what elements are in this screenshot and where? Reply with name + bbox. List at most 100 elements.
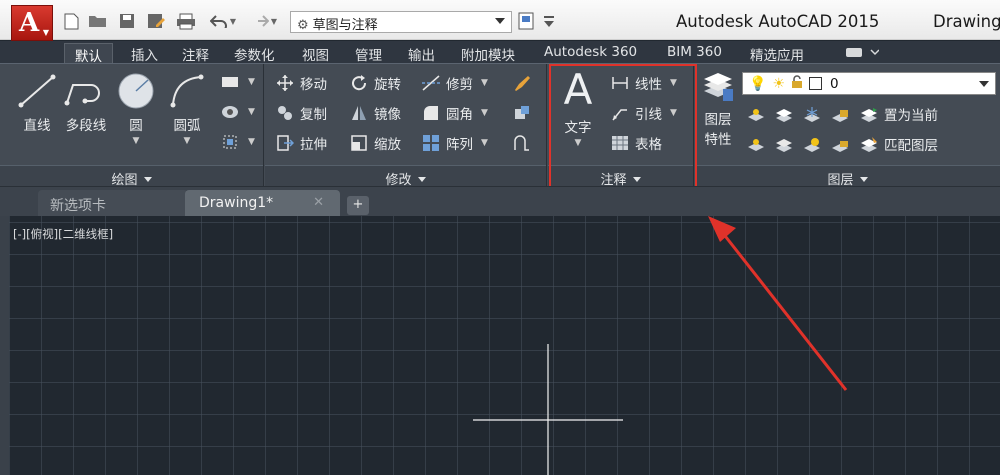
tab-parametric[interactable]: 参数化 bbox=[234, 43, 275, 64]
chevron-down-icon: ▼ bbox=[481, 108, 488, 118]
layer-on-icon[interactable] bbox=[745, 134, 767, 154]
viewport-left-edge bbox=[0, 216, 9, 475]
tab-featured-apps[interactable]: 精选应用 bbox=[750, 43, 804, 64]
array-button[interactable]: 阵列 ▼ bbox=[421, 131, 488, 155]
tab-annotate[interactable]: 注释 bbox=[182, 43, 209, 64]
redo-button[interactable]: ▼ bbox=[246, 10, 282, 32]
ribbon-display-toggle[interactable] bbox=[845, 44, 880, 64]
layer-thaw-icon[interactable] bbox=[801, 134, 823, 154]
chevron-down-icon[interactable]: ▼ bbox=[248, 137, 255, 147]
match-layer-icon bbox=[859, 134, 879, 154]
workspace-select[interactable]: ⚙ 草图与注释 bbox=[290, 11, 512, 33]
layer-unisolate-icon[interactable] bbox=[773, 134, 795, 154]
hatch-icon[interactable] bbox=[219, 102, 241, 122]
tab-addins[interactable]: 附加模块 bbox=[461, 43, 515, 64]
tab-default[interactable]: 默认 bbox=[64, 43, 113, 65]
tab-insert[interactable]: 插入 bbox=[131, 43, 158, 64]
tab-bim-360[interactable]: BIM 360 bbox=[667, 43, 722, 63]
drawing-title: Drawing bbox=[933, 12, 1000, 31]
customize-quick-access-icon[interactable] bbox=[540, 10, 558, 32]
tab-autodesk-360[interactable]: Autodesk 360 bbox=[544, 43, 637, 63]
layers-panel: 图层 特性 💡 ☀ 0 置为当前 匹配图层 图层 bbox=[695, 64, 1000, 188]
tab-output[interactable]: 输出 bbox=[408, 43, 435, 64]
layer-select[interactable]: 💡 ☀ 0 bbox=[742, 72, 996, 95]
dropdown-arrow-icon bbox=[495, 18, 505, 24]
draw-panel-title[interactable]: 绘图 bbox=[0, 165, 263, 188]
unlock-icon bbox=[791, 74, 803, 93]
fillet-button[interactable]: 圆角 ▼ bbox=[421, 101, 488, 125]
tab-drawing1[interactable]: Drawing1* ✕ bbox=[185, 190, 340, 217]
layer-toolbar-icon[interactable] bbox=[516, 10, 536, 32]
polyline-icon bbox=[60, 72, 112, 110]
rotate-button[interactable]: 旋转 bbox=[349, 71, 401, 95]
layer-off-icon[interactable] bbox=[745, 104, 767, 124]
mirror-button[interactable]: 镜像 bbox=[349, 101, 401, 125]
line-label: 直线 bbox=[23, 118, 51, 134]
undo-icon bbox=[209, 15, 227, 28]
application-menu-button[interactable]: A ▼ bbox=[11, 5, 53, 41]
match-layer-button[interactable]: 匹配图层 bbox=[859, 132, 938, 156]
panel-expand-icon bbox=[417, 177, 426, 182]
new-tab-button[interactable]: + bbox=[347, 196, 369, 215]
move-icon bbox=[275, 73, 295, 93]
panel-expand-icon bbox=[859, 177, 868, 182]
minimize-ribbon-icon bbox=[846, 48, 880, 57]
layer-properties-button[interactable]: 图层 特性 bbox=[699, 70, 737, 148]
close-icon[interactable]: ✕ bbox=[313, 195, 324, 210]
tab-view[interactable]: 视图 bbox=[302, 43, 329, 64]
layer-properties-label: 图层 bbox=[704, 112, 732, 128]
tab-new-start[interactable]: 新选项卡 bbox=[38, 190, 188, 217]
arc-button[interactable]: 圆弧 ▼ bbox=[163, 72, 211, 146]
scale-icon bbox=[349, 133, 369, 153]
workspace-value: 草图与注释 bbox=[312, 18, 378, 33]
mirror-icon bbox=[349, 103, 369, 123]
offset-icon[interactable] bbox=[511, 133, 533, 153]
array-icon bbox=[421, 133, 441, 153]
tab-manage[interactable]: 管理 bbox=[355, 43, 382, 64]
set-current-label: 置为当前 bbox=[884, 108, 938, 124]
stretch-icon bbox=[275, 133, 295, 153]
arc-icon bbox=[163, 72, 211, 110]
polyline-button[interactable]: 多段线 bbox=[60, 72, 112, 134]
set-current-button[interactable]: 置为当前 bbox=[859, 102, 938, 126]
copy-button[interactable]: 复制 bbox=[275, 101, 327, 125]
viewport-controls-label[interactable]: [-][俯视][二维线框] bbox=[13, 226, 113, 242]
open-icon[interactable] bbox=[86, 10, 110, 32]
red-arrow-annotation bbox=[708, 216, 848, 391]
copy-label: 复制 bbox=[300, 107, 327, 123]
trim-button[interactable]: 修剪 ▼ bbox=[421, 71, 488, 95]
move-label: 移动 bbox=[300, 77, 327, 93]
new-icon[interactable] bbox=[60, 10, 82, 32]
erase-icon[interactable] bbox=[511, 73, 533, 93]
stretch-label: 拉伸 bbox=[300, 137, 327, 153]
boundary-icon[interactable] bbox=[219, 132, 241, 152]
layer-freeze-icon[interactable] bbox=[801, 104, 823, 124]
gear-icon: ⚙ bbox=[297, 18, 309, 33]
save-as-icon[interactable] bbox=[144, 10, 168, 32]
rectangle-icon[interactable] bbox=[219, 72, 241, 92]
scale-label: 缩放 bbox=[374, 137, 401, 153]
layer-lock-icon[interactable] bbox=[829, 104, 851, 124]
set-current-icon bbox=[859, 104, 879, 124]
chevron-down-icon[interactable]: ▼ bbox=[248, 77, 255, 87]
trim-label: 修剪 bbox=[446, 77, 473, 93]
rotate-icon bbox=[349, 73, 369, 93]
stretch-button[interactable]: 拉伸 bbox=[275, 131, 327, 155]
chevron-down-icon: ▼ bbox=[270, 16, 278, 26]
plot-icon[interactable] bbox=[174, 10, 198, 32]
circle-label: 圆 bbox=[129, 118, 143, 134]
undo-button[interactable]: ▼ bbox=[204, 10, 242, 32]
scale-button[interactable]: 缩放 bbox=[349, 131, 401, 155]
chevron-down-icon[interactable]: ▼ bbox=[248, 107, 255, 117]
layers-panel-title[interactable]: 图层 bbox=[695, 165, 1000, 188]
modify-panel-title[interactable]: 修改 bbox=[265, 165, 546, 188]
modify-panel: 移动 旋转 修剪 ▼ 复制 镜像 圆角 ▼ 拉伸 缩放 阵列 ▼ 修改 bbox=[265, 64, 547, 188]
circle-button[interactable]: 圆 ▼ bbox=[113, 72, 159, 146]
line-button[interactable]: 直线 bbox=[10, 72, 64, 134]
layer-unlock-icon[interactable] bbox=[829, 134, 851, 154]
save-icon[interactable] bbox=[116, 10, 138, 32]
move-button[interactable]: 移动 bbox=[275, 71, 327, 95]
explode-icon[interactable] bbox=[511, 103, 533, 123]
layer-isolate-icon[interactable] bbox=[773, 104, 795, 124]
window-title: Autodesk AutoCAD 2015 bbox=[676, 12, 880, 31]
